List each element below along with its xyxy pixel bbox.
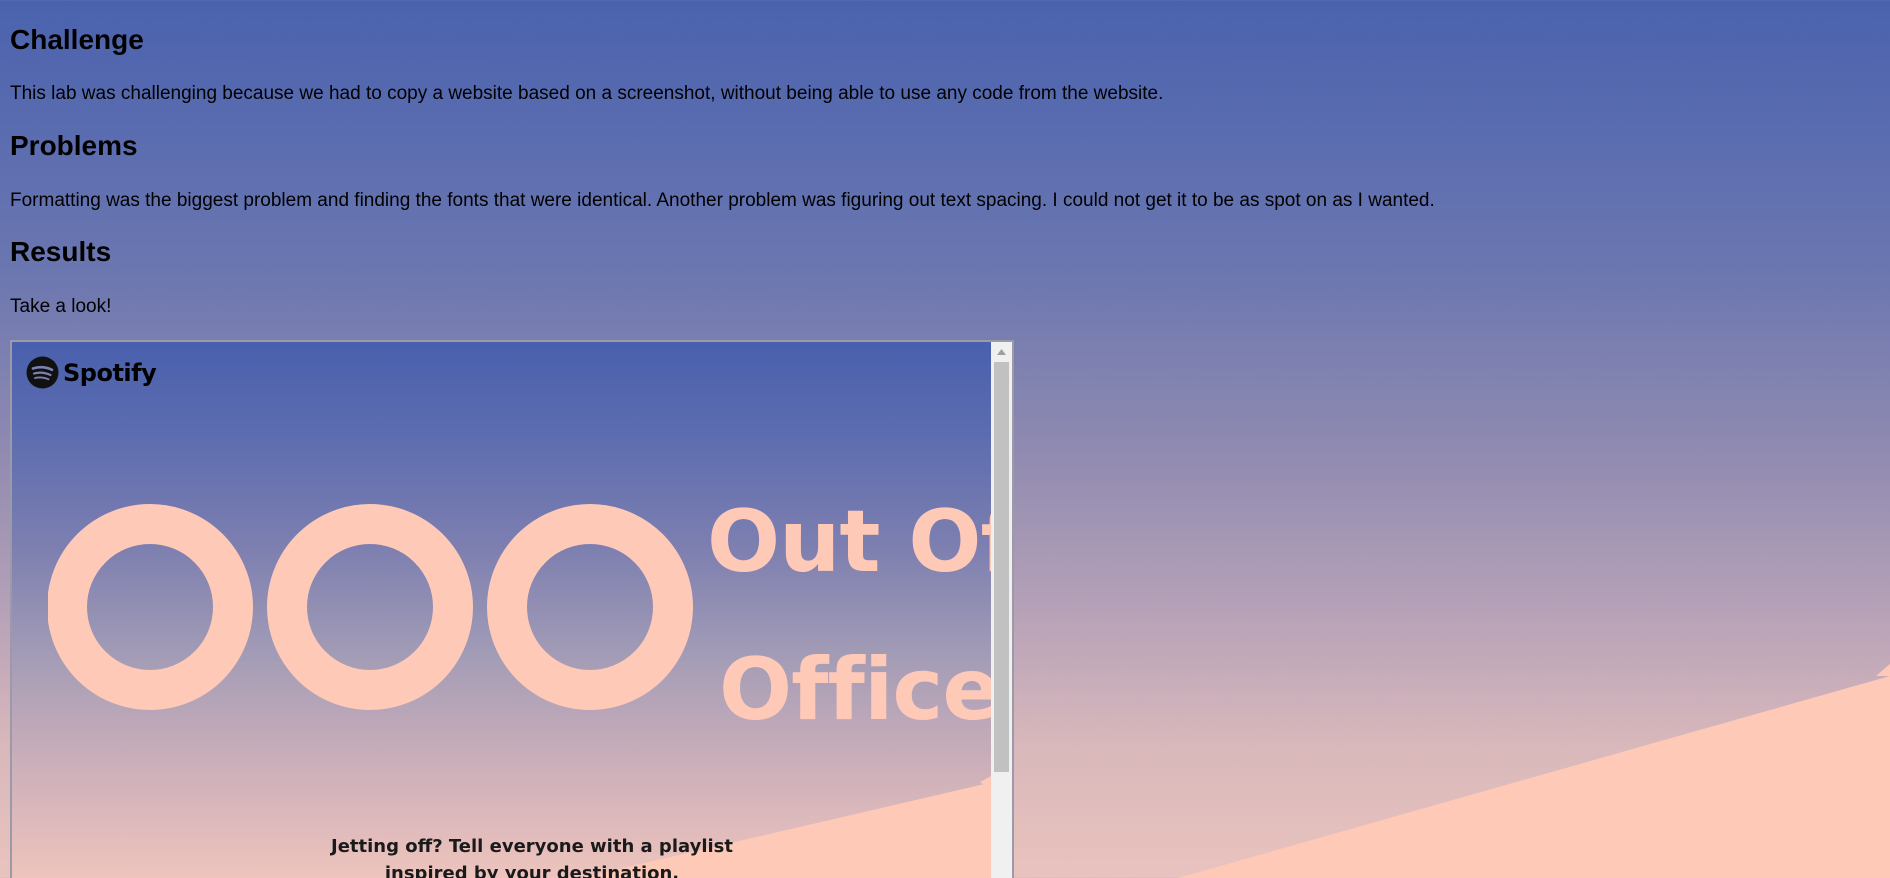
scroll-up-arrow-icon[interactable] — [991, 344, 1012, 360]
embedded-site-viewport: Spotify Out Of Office Jetting off? Tell … — [12, 342, 993, 878]
problems-heading: Problems — [10, 130, 138, 161]
results-text: Take a look! — [10, 296, 112, 317]
subcopy-line-2: inspired by your destination. — [384, 863, 680, 878]
brand-logo[interactable]: Spotify — [26, 356, 157, 389]
scrollbar-thumb[interactable] — [994, 362, 1009, 772]
subcopy: Jetting off? Tell everyone with a playli… — [272, 833, 792, 878]
ooo-headline — [48, 504, 693, 710]
challenge-heading: Challenge — [10, 24, 144, 55]
challenge-text: This lab was challenging because we had … — [10, 83, 1164, 104]
spotify-logo-icon — [26, 356, 59, 389]
tagline-line-2: Office — [719, 640, 993, 740]
embedded-scrollbar[interactable] — [991, 342, 1012, 878]
brand-name: Spotify — [63, 358, 157, 387]
embedded-site-frame[interactable]: Spotify Out Of Office Jetting off? Tell … — [10, 340, 1014, 878]
tagline-line-1: Out Of — [707, 492, 993, 592]
results-heading: Results — [10, 236, 112, 267]
subcopy-line-1: Jetting off? Tell everyone with a playli… — [331, 836, 733, 857]
problems-text: Formatting was the biggest problem and f… — [10, 190, 1435, 211]
